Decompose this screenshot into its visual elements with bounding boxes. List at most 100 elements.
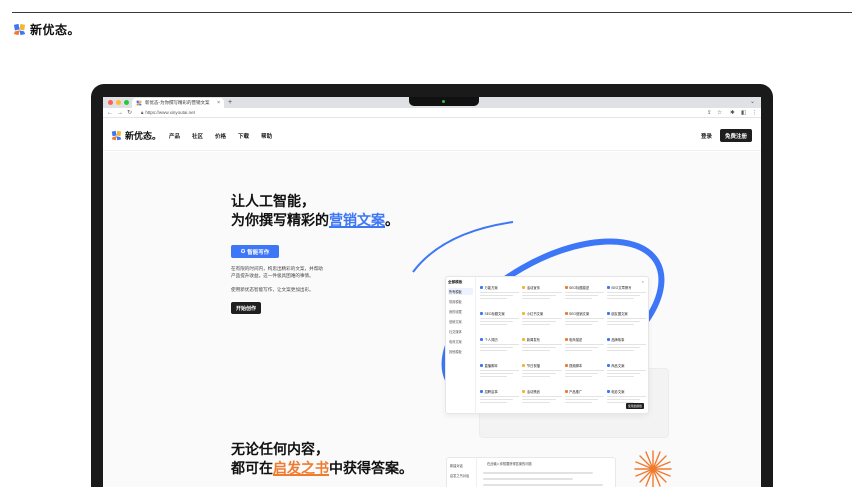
sidebar-icon[interactable]: ◧ bbox=[741, 109, 746, 117]
browser-tab[interactable]: 新优态-为你撰写精彩的营销文案 × bbox=[132, 98, 224, 108]
template-icon bbox=[564, 338, 568, 341]
modal-side-item[interactable]: 电商文案 bbox=[448, 338, 473, 345]
reload-icon[interactable]: ↻ bbox=[127, 109, 132, 117]
modal-side-item[interactable]: 我的收藏 bbox=[448, 308, 473, 315]
template-card[interactable]: 产品推广 bbox=[564, 389, 604, 409]
template-card-line bbox=[522, 370, 562, 372]
template-card-line bbox=[606, 320, 641, 323]
template-card[interactable]: 品牌故事 bbox=[606, 337, 646, 357]
more-menu-icon[interactable]: ⋮ bbox=[752, 109, 758, 117]
favicon-icon bbox=[136, 100, 142, 106]
template-icon bbox=[522, 286, 526, 289]
template-card-line bbox=[606, 318, 646, 320]
chat-preview-sidebar: 新建对话 启发之书对话 bbox=[447, 458, 477, 487]
menu-item-products[interactable]: 产品 bbox=[169, 132, 180, 140]
template-card[interactable]: 新闻发布 bbox=[522, 337, 562, 357]
template-card-line bbox=[522, 344, 562, 346]
modal-close-icon[interactable]: × bbox=[642, 279, 644, 284]
modal-title: 全部模板 bbox=[448, 280, 463, 284]
extensions-icon[interactable]: ✱ bbox=[730, 109, 735, 117]
share-icon[interactable]: ⇪ bbox=[707, 109, 712, 117]
template-card-title: 节日祝福 bbox=[522, 363, 561, 368]
camera-notch bbox=[409, 97, 479, 106]
back-arrow-icon[interactable]: ← bbox=[107, 109, 113, 117]
tab-list-chevron-icon[interactable]: ⌄ bbox=[750, 98, 755, 105]
template-card[interactable]: 招聘启事 bbox=[480, 389, 520, 409]
hero-headline-suffix: 。 bbox=[385, 212, 399, 228]
template-card-title: 活动宣传 bbox=[522, 285, 561, 290]
signup-button[interactable]: 免费注册 bbox=[720, 129, 752, 142]
ai-writing-button[interactable]: ✪ 智能写作 bbox=[231, 245, 279, 258]
template-card-label: 招聘启事 bbox=[484, 390, 498, 394]
template-card-label: 朋友圈文案 bbox=[611, 312, 628, 316]
template-card-title: 商品文案 bbox=[606, 363, 646, 368]
menu-item-community[interactable]: 社区 bbox=[192, 132, 203, 140]
chat-preview-card: 新建对话 启发之书对话 在此输入你想要获得答案的问题 bbox=[446, 457, 616, 487]
template-icon bbox=[606, 312, 610, 315]
section2-headline-line1: 无论任何内容， bbox=[231, 441, 329, 457]
template-card-line bbox=[522, 292, 562, 294]
template-card[interactable]: 节日祝福 bbox=[522, 363, 562, 383]
template-card-line bbox=[606, 292, 646, 294]
tab-close-icon[interactable]: × bbox=[217, 100, 220, 106]
template-card-line bbox=[480, 398, 514, 401]
template-icon bbox=[606, 390, 610, 393]
hero-desc-line1: 在有限的时间内，构思出精彩的文案，并帮助 bbox=[231, 266, 323, 271]
template-card-line bbox=[564, 398, 598, 401]
minimize-window-button[interactable] bbox=[116, 100, 121, 105]
new-tab-button[interactable]: + bbox=[228, 98, 232, 107]
template-card[interactable]: 活动策划 bbox=[522, 389, 562, 409]
template-card-title: SEO标题文案 bbox=[480, 311, 519, 316]
template-card-line bbox=[564, 323, 592, 325]
template-card[interactable]: 朋友圈文案 bbox=[606, 311, 646, 331]
template-icon bbox=[480, 364, 483, 367]
chat-preview-side-item[interactable]: 启发之书对话 bbox=[450, 473, 473, 478]
forward-arrow-icon[interactable]: → bbox=[117, 109, 123, 117]
template-icon bbox=[480, 338, 483, 341]
modal-side-item[interactable]: 所有模板 bbox=[448, 288, 473, 295]
template-card[interactable]: 活动宣传 bbox=[522, 285, 562, 305]
use-template-button[interactable]: 使用此模板 bbox=[626, 403, 644, 409]
template-card[interactable]: SEO营销文案 bbox=[564, 311, 604, 331]
template-card[interactable]: 电商描述 bbox=[564, 337, 604, 357]
template-card-line bbox=[606, 372, 641, 375]
template-card[interactable]: 小红书文案 bbox=[522, 311, 562, 331]
bookmark-star-icon[interactable]: ☆ bbox=[717, 109, 722, 117]
slide-logo-text: 新优态。 bbox=[30, 23, 81, 37]
template-card-line bbox=[606, 375, 635, 377]
maximize-window-button[interactable] bbox=[124, 100, 129, 105]
template-card-title: 视频脚本 bbox=[564, 363, 604, 368]
chat-preview-side-item[interactable]: 新建对话 bbox=[450, 463, 473, 468]
hero-desc-line2: 产品提升收益。这一件极具困难的事情。 bbox=[231, 273, 314, 278]
hero-headline-prefix: 为你撰写精彩的 bbox=[231, 212, 329, 228]
modal-side-item[interactable]: 营销文案 bbox=[448, 318, 473, 325]
modal-side-item[interactable]: 其他模板 bbox=[448, 348, 473, 355]
template-icon bbox=[606, 364, 610, 367]
template-icon bbox=[564, 312, 568, 315]
template-card[interactable]: SEO标题描述 bbox=[564, 285, 604, 305]
template-card[interactable]: 万能方案 bbox=[480, 285, 520, 305]
chat-preview-text: 在此输入你想要获得答案的问题 bbox=[487, 462, 532, 466]
template-card-line bbox=[522, 396, 562, 398]
url-field[interactable]: 🔒︎ https://www.xinyoutai.net bbox=[141, 110, 195, 115]
menu-item-help[interactable]: 帮助 bbox=[261, 132, 272, 140]
close-window-button[interactable] bbox=[108, 100, 113, 105]
template-card-line bbox=[480, 320, 514, 323]
template-card[interactable]: 个人简历 bbox=[480, 337, 520, 357]
modal-side-item[interactable]: 常用模板 bbox=[448, 298, 473, 305]
template-card-line bbox=[564, 375, 592, 377]
template-card[interactable]: SEO标题文案 bbox=[480, 311, 520, 331]
start-creating-button[interactable]: 开始创作 bbox=[231, 302, 261, 314]
template-card-line bbox=[564, 320, 598, 323]
login-link[interactable]: 登录 bbox=[701, 132, 712, 140]
template-card[interactable]: SEO文章撰写 bbox=[606, 285, 646, 305]
site-logo[interactable]: 新优态。 bbox=[111, 129, 161, 142]
template-card-line bbox=[522, 372, 556, 375]
template-card-label: 电影文案 bbox=[611, 390, 625, 394]
template-card[interactable]: 直播脚本 bbox=[480, 363, 520, 383]
template-card[interactable]: 商品文案 bbox=[606, 363, 646, 383]
menu-item-pricing[interactable]: 价格 bbox=[215, 132, 226, 140]
template-card[interactable]: 视频脚本 bbox=[564, 363, 604, 383]
modal-side-item[interactable]: 社交媒体 bbox=[448, 328, 473, 335]
menu-item-download[interactable]: 下载 bbox=[238, 132, 249, 140]
